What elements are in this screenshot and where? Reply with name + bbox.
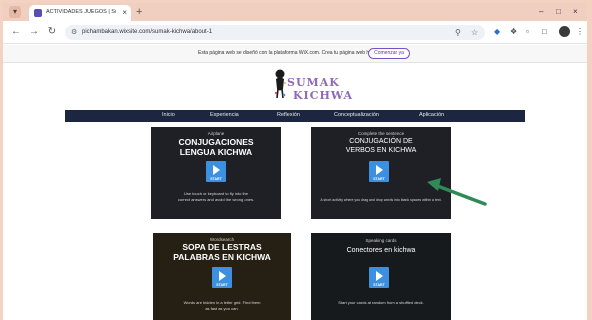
browser-window: ▾ ACTIVIDADES JUEGOS | Sumak × + – □ × ←…: [3, 3, 587, 320]
play-icon: [219, 271, 226, 281]
play-icon: [376, 165, 383, 175]
annotation-arrow-icon: [427, 178, 487, 206]
close-tab-icon[interactable]: ×: [122, 7, 127, 19]
nav-conceptualizacion[interactable]: Conceptualización: [334, 112, 379, 118]
extension-icon[interactable]: ◆: [494, 26, 500, 38]
address-bar[interactable]: ⚙ pichambakan.wixsite.com/sumak-kichwa/a…: [65, 25, 485, 40]
start-button[interactable]: START: [206, 161, 226, 182]
card-title-line1: CONJUGACIONES: [178, 137, 254, 147]
start-label: START: [373, 283, 385, 287]
tab-search-icon[interactable]: ▾: [9, 6, 21, 18]
tab-strip: ▾ ACTIVIDADES JUEGOS | Sumak × + – □ ×: [3, 3, 587, 21]
play-icon: [376, 271, 383, 281]
start-button[interactable]: START: [369, 161, 389, 182]
maximize-icon[interactable]: □: [556, 5, 561, 19]
minimize-icon[interactable]: –: [539, 5, 543, 19]
wix-banner-text: Esta página web se diseñó con la platafo…: [198, 50, 376, 56]
card-title-line1: SOPA DE LESTRAS: [182, 242, 262, 252]
address-bar-row: ← → ↻ ⚙ pichambakan.wixsite.com/sumak-ki…: [3, 21, 587, 44]
new-tab-icon[interactable]: +: [136, 5, 142, 19]
card-type-label: Complete the sentence: [357, 131, 405, 136]
start-button[interactable]: START: [369, 267, 389, 288]
downloads-icon[interactable]: □: [542, 26, 547, 38]
browser-tab[interactable]: ACTIVIDADES JUEGOS | Sumak ×: [29, 5, 131, 21]
bookmark-star-icon[interactable]: ☆: [471, 27, 478, 38]
card-description-1: Words are hidden in a letter grid. Find …: [183, 300, 261, 305]
card-description-2: correct answers and avoid the wrong ones…: [177, 197, 255, 202]
card-title-line1: Conectores en kichwa: [346, 247, 416, 254]
site-info-icon[interactable]: ⚙: [71, 28, 77, 37]
forward-icon[interactable]: →: [27, 25, 41, 39]
start-label: START: [373, 177, 385, 181]
logo-figure-icon: [274, 69, 286, 99]
start-label: START: [210, 177, 222, 181]
card-description-1: Use touch or keyboard to fly into the: [183, 191, 249, 196]
activity-card-wordsearch[interactable]: Wordsearch SOPA DE LESTRAS PALABRAS EN K…: [153, 233, 291, 320]
activity-card-airplane[interactable]: Airplane CONJUGACIONES LENGUA KICHWA STA…: [151, 127, 281, 219]
logo-text-2: KICHWA: [293, 89, 354, 102]
back-icon[interactable]: ←: [9, 25, 23, 39]
card-description-1: Start your cards at random from a shuffl…: [338, 300, 424, 305]
wix-favicon-icon: [34, 9, 42, 17]
menu-kebab-icon[interactable]: ⋮: [576, 26, 584, 38]
card-title-line2: VERBOS EN KICHWA: [345, 147, 417, 154]
wix-start-button[interactable]: Comenzar ya: [368, 48, 410, 59]
tab-title: ACTIVIDADES JUEGOS | Sumak: [46, 9, 116, 15]
url-text[interactable]: pichambakan.wixsite.com/sumak-kichwa/abo…: [82, 28, 212, 37]
site-nav: Inicio Experiencia Reflexión Conceptuali…: [65, 110, 525, 122]
nav-experiencia[interactable]: Experiencia: [210, 112, 239, 118]
profile-avatar[interactable]: [559, 26, 570, 37]
nav-aplicacion[interactable]: Aplicación: [419, 112, 444, 118]
card-title-line1: CONJUGACIÓN DE: [349, 138, 413, 145]
card-type-label: Speaking cards: [365, 238, 397, 243]
card-description-2: as fast as you can.: [205, 306, 239, 311]
extensions-puzzle-icon[interactable]: ❖: [510, 26, 517, 38]
nav-reflexion[interactable]: Reflexión: [277, 112, 300, 118]
start-button[interactable]: START: [212, 267, 232, 288]
card-title-line2: LENGUA KICHWA: [179, 147, 253, 157]
activity-card-speaking-cards[interactable]: Speaking cards Conectores en kichwa STAR…: [311, 233, 451, 320]
card-title-line2: PALABRAS EN KICHWA: [173, 252, 271, 262]
play-icon: [213, 165, 220, 175]
reload-icon[interactable]: ↻: [45, 25, 59, 39]
nav-inicio[interactable]: Inicio: [162, 112, 175, 118]
logo-text-1: SUMAK: [287, 76, 340, 89]
zoom-icon[interactable]: ⚲: [455, 27, 461, 38]
card-type-label: Airplane: [207, 131, 225, 136]
site-logo[interactable]: SUMAK KICHWA: [267, 67, 352, 109]
wix-banner: Esta página web se diseñó con la platafo…: [3, 45, 587, 63]
window-close-icon[interactable]: ×: [573, 5, 578, 19]
start-label: START: [216, 283, 228, 287]
bookmark-panel-icon[interactable]: ▫: [526, 26, 529, 38]
